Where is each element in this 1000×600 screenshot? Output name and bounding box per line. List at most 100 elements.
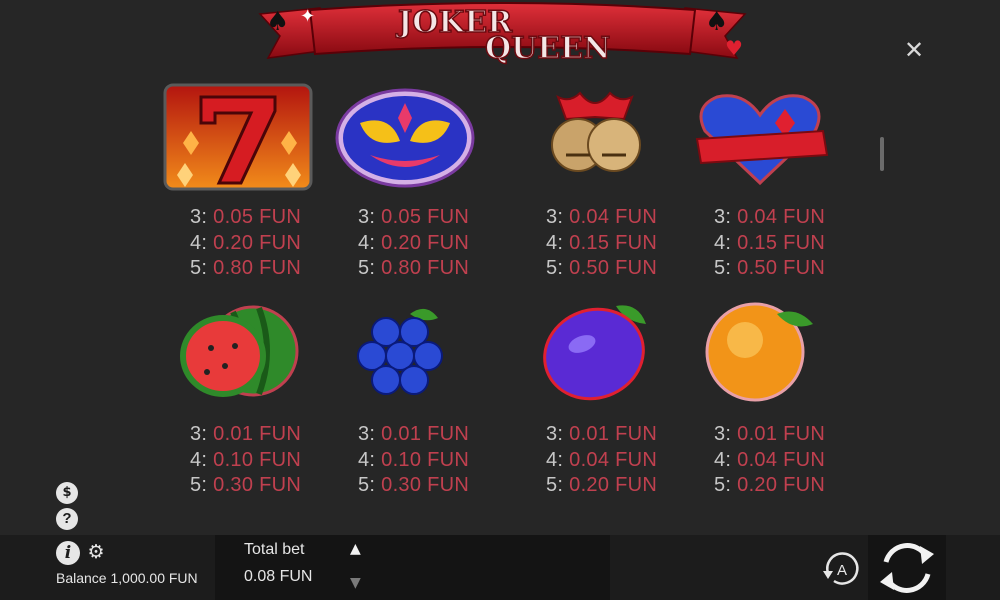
payout-count: 3: (546, 423, 564, 445)
help-icon[interactable]: ? (56, 508, 78, 530)
payout-count: 4: (714, 448, 732, 471)
payout-list: 3: 0.01 FUN 4: 0.04 FUN 5: 0.20 FUN (546, 422, 706, 499)
payout-row: 5: 0.50 FUN (546, 256, 706, 282)
payout-amount: 0.30 FUN (381, 474, 470, 496)
payout-row: 4: 0.15 FUN (714, 231, 874, 257)
payout-amount: 0.50 FUN (737, 257, 826, 279)
payout-row: 5: 0.20 FUN (714, 473, 874, 499)
payout-count: 5: (546, 474, 564, 496)
payout-row: 5: 0.80 FUN (190, 256, 350, 282)
balance-label: Balance 1,000.00 FUN (56, 570, 198, 586)
payout-row: 3: 0.01 FUN (190, 422, 350, 448)
payout-row: 3: 0.01 FUN (546, 422, 706, 448)
payout-list: 3: 0.05 FUN 4: 0.20 FUN 5: 0.80 FUN (190, 205, 350, 282)
payout-amount: 0.80 FUN (381, 257, 470, 279)
payout-list: 3: 0.05 FUN 4: 0.20 FUN 5: 0.80 FUN (358, 205, 518, 282)
payout-count: 3: (714, 206, 732, 228)
settings-icon[interactable]: ⚙ (86, 542, 106, 562)
payout-amount: 0.50 FUN (569, 257, 658, 279)
logo-text-queen: QUEEN (485, 31, 610, 66)
payout-amount: 0.30 FUN (213, 474, 302, 496)
payout-count: 4: (546, 448, 564, 471)
payout-amount: 0.15 FUN (737, 231, 826, 254)
payout-row: 5: 0.30 FUN (358, 473, 518, 499)
orange-icon (685, 296, 835, 406)
payout-amount: 0.80 FUN (213, 257, 302, 279)
bells-icon (520, 83, 670, 193)
payout-row: 4: 0.20 FUN (190, 231, 350, 257)
payout-list: 3: 0.01 FUN 4: 0.10 FUN 5: 0.30 FUN (358, 422, 518, 499)
currency-icon[interactable]: $ (56, 482, 78, 504)
info-icon[interactable]: i (56, 541, 80, 565)
seven-icon (163, 83, 313, 193)
payout-row: 4: 0.10 FUN (190, 448, 350, 474)
payout-amount: 0.04 FUN (737, 448, 826, 471)
payout-amount: 0.01 FUN (381, 423, 470, 445)
payout-amount: 0.20 FUN (737, 474, 826, 496)
autoplay-button[interactable]: A (820, 547, 864, 591)
payout-count: 4: (358, 448, 376, 471)
autoplay-letter: A (837, 562, 847, 579)
payout-amount: 0.05 FUN (213, 206, 302, 228)
payout-row: 3: 0.04 FUN (714, 205, 874, 231)
payout-row: 5: 0.50 FUN (714, 256, 874, 282)
payout-row: 3: 0.01 FUN (714, 422, 874, 448)
payout-count: 4: (714, 231, 732, 254)
payout-row: 3: 0.05 FUN (190, 205, 350, 231)
payout-amount: 0.15 FUN (569, 231, 658, 254)
spin-button[interactable] (876, 538, 938, 598)
autoplay-icon: A (823, 552, 859, 585)
payout-row: 5: 0.80 FUN (358, 256, 518, 282)
payout-amount: 0.04 FUN (737, 206, 826, 228)
payout-count: 4: (190, 231, 208, 254)
payout-row: 3: 0.01 FUN (358, 422, 518, 448)
payout-count: 5: (546, 257, 564, 279)
payout-count: 3: (546, 206, 564, 228)
payout-amount: 0.01 FUN (569, 423, 658, 445)
payout-amount: 0.04 FUN (569, 448, 658, 471)
scrollbar[interactable] (880, 137, 884, 171)
payout-amount: 0.20 FUN (213, 231, 302, 254)
payout-amount: 0.20 FUN (381, 231, 470, 254)
grapes-icon (330, 296, 480, 406)
payout-amount: 0.20 FUN (569, 474, 658, 496)
bet-increase-button[interactable]: ▲ (350, 541, 361, 557)
payout-count: 5: (714, 257, 732, 279)
payout-count: 3: (358, 206, 376, 228)
svg-text:♠: ♠ (266, 7, 289, 37)
payout-amount: 0.10 FUN (381, 448, 470, 471)
payout-amount: 0.05 FUN (381, 206, 470, 228)
svg-text:♥: ♥ (725, 36, 743, 60)
payout-amount: 0.01 FUN (737, 423, 826, 445)
payout-row: 3: 0.04 FUN (546, 205, 706, 231)
watermelon-icon (163, 296, 313, 406)
payout-row: 5: 0.30 FUN (190, 473, 350, 499)
payout-count: 5: (358, 257, 376, 279)
payout-row: 4: 0.15 FUN (546, 231, 706, 257)
total-bet-value: 0.08 FUN (244, 568, 313, 585)
payout-count: 3: (190, 206, 208, 228)
payout-count: 3: (190, 423, 208, 445)
payout-row: 4: 0.04 FUN (546, 448, 706, 474)
heart-icon (685, 83, 835, 193)
payout-row: 3: 0.05 FUN (358, 205, 518, 231)
close-button[interactable]: ✕ (900, 36, 928, 64)
payout-list: 3: 0.01 FUN 4: 0.10 FUN 5: 0.30 FUN (190, 422, 350, 499)
payout-row: 4: 0.04 FUN (714, 448, 874, 474)
payout-amount: 0.10 FUN (213, 448, 302, 471)
plum-icon (520, 296, 670, 406)
payout-count: 5: (190, 257, 208, 279)
bet-decrease-button[interactable]: ▼ (350, 575, 361, 591)
payout-count: 4: (190, 448, 208, 471)
payout-count: 5: (358, 474, 376, 496)
payout-count: 4: (358, 231, 376, 254)
payout-row: 4: 0.10 FUN (358, 448, 518, 474)
payout-list: 3: 0.04 FUN 4: 0.15 FUN 5: 0.50 FUN (714, 205, 874, 282)
payout-count: 5: (714, 474, 732, 496)
mask-icon (330, 83, 480, 193)
total-bet-label: Total bet (244, 541, 305, 558)
svg-text:♠: ♠ (705, 7, 728, 37)
payout-row: 4: 0.20 FUN (358, 231, 518, 257)
paytable-screen: ♠ ♠ ♥ ✦ JOKER QUEEN ✕ 3: 0.05 FUN 4: 0.2… (0, 0, 1000, 600)
payout-count: 3: (358, 423, 376, 445)
